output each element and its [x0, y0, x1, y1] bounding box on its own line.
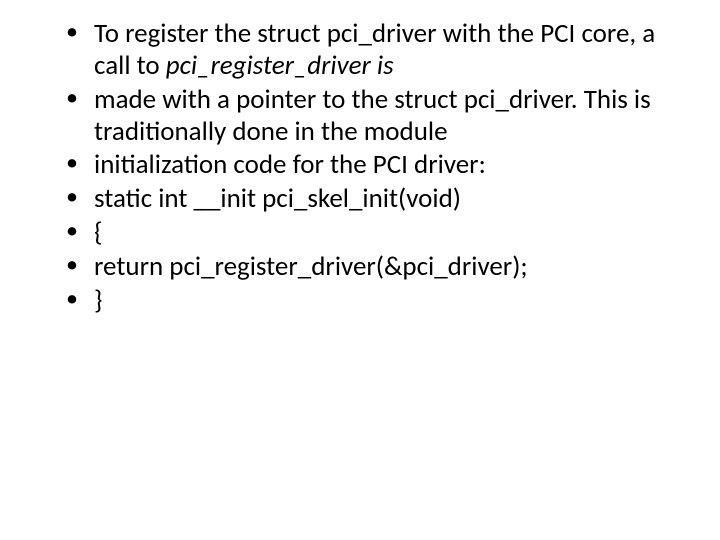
bullet-list: To register the struct pci_driver with t… — [60, 18, 660, 317]
list-item: To register the struct pci_driver with t… — [88, 18, 660, 82]
list-item: static int __init pci_skel_init(void) — [88, 183, 660, 215]
list-item: return pci_register_driver(&pci_driver); — [88, 251, 660, 283]
bullet-text: made with a pointer to the struct pci_dr… — [94, 83, 651, 148]
bullet-text: } — [94, 284, 103, 317]
list-item: made with a pointer to the struct pci_dr… — [88, 84, 660, 148]
list-item: } — [88, 285, 660, 317]
bullet-text: static int __init pci_skel_init(void) — [94, 182, 461, 215]
bullet-text: return pci_register_driver(&pci_driver); — [94, 250, 528, 283]
slide: To register the struct pci_driver with t… — [0, 0, 720, 540]
list-item: initialization code for the PCI driver: — [88, 149, 660, 181]
bullet-text: initialization code for the PCI driver: — [94, 148, 486, 181]
bullet-text: { — [94, 216, 103, 249]
list-item: { — [88, 217, 660, 249]
bullet-text-italic: pci_register_driver is — [166, 49, 394, 82]
